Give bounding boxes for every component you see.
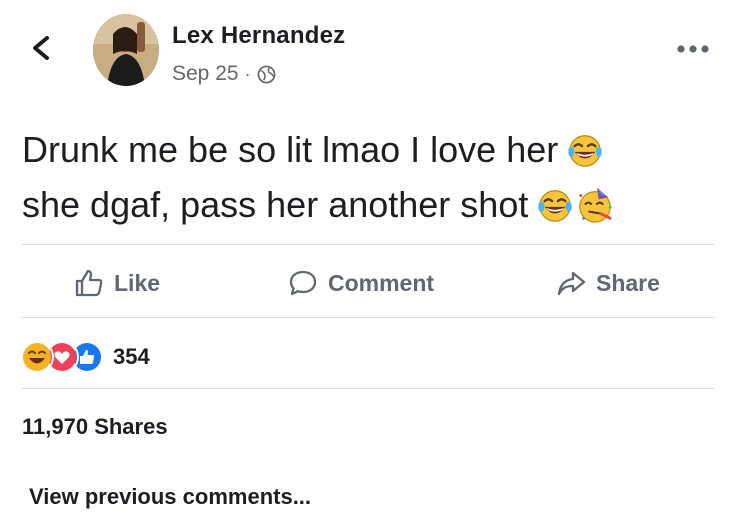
- divider-bottom: [22, 388, 714, 389]
- comment-bubble-icon: [289, 270, 317, 296]
- reaction-count: 354: [113, 344, 150, 369]
- like-label: Like: [114, 269, 161, 296]
- divider-top: [22, 244, 714, 245]
- back-button[interactable]: [30, 36, 52, 60]
- thumbs-up-icon: [75, 269, 103, 297]
- post-text-line-2: she dgaf, pass her another shot: [22, 184, 529, 225]
- more-options-button[interactable]: [676, 42, 710, 54]
- globe-icon: [257, 65, 275, 83]
- tears-of-joy-emoji-icon: [568, 134, 602, 167]
- post-line-1: Drunk me be so lit lmao I love her: [22, 122, 712, 177]
- profile-photo: [93, 14, 159, 86]
- shares-count[interactable]: 11,970 Shares: [22, 414, 168, 440]
- more-dots-icon: [677, 45, 709, 53]
- post-meta: Sep 25 ·: [172, 62, 276, 86]
- reactions-summary[interactable]: 354: [20, 340, 150, 374]
- view-previous-comments-link[interactable]: View previous comments...: [29, 484, 311, 510]
- share-label: Share: [596, 269, 660, 296]
- haha-reaction-icon: [20, 340, 54, 374]
- meta-separator: ·: [244, 63, 251, 84]
- action-bar: Like Comment Share: [22, 250, 714, 316]
- share-button[interactable]: Share: [556, 250, 660, 316]
- chevron-left-icon: [33, 36, 49, 60]
- comment-label: Comment: [328, 269, 435, 296]
- comment-button[interactable]: Comment: [288, 250, 434, 316]
- avatar[interactable]: [93, 14, 159, 86]
- post-line-2: she dgaf, pass her another shot: [22, 177, 712, 232]
- divider-middle: [22, 317, 714, 318]
- post-date[interactable]: Sep 25: [172, 62, 239, 86]
- partying-face-emoji-icon: [579, 187, 613, 223]
- tears-of-joy-emoji-icon: [538, 189, 573, 222]
- share-arrow-icon: [557, 271, 586, 296]
- post-text-line-1: Drunk me be so lit lmao I love her: [22, 129, 559, 170]
- author-name[interactable]: Lex Hernandez: [172, 22, 345, 50]
- like-button[interactable]: Like: [74, 250, 160, 316]
- post-text: Drunk me be so lit lmao I love her she d…: [22, 122, 712, 232]
